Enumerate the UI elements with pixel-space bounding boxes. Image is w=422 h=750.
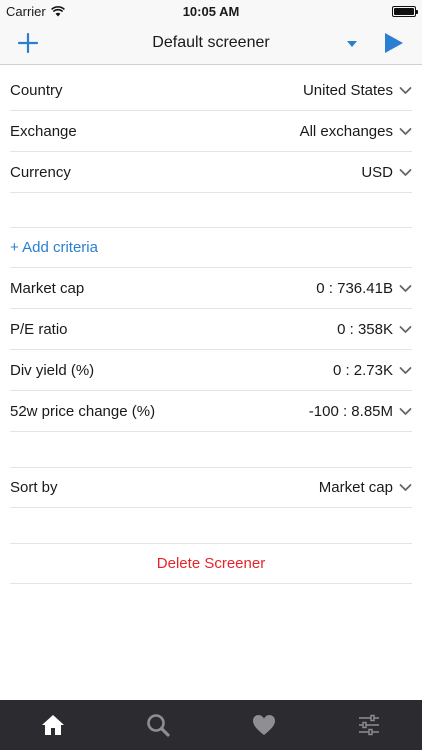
criteria-row-market-cap[interactable]: Market cap 0 : 736.41B <box>10 268 412 309</box>
caret-down-icon[interactable] <box>344 36 360 52</box>
chevron-down-icon <box>399 366 412 374</box>
heart-icon <box>252 715 275 735</box>
criteria-row-div-yield[interactable]: Div yield (%) 0 : 2.73K <box>10 350 412 391</box>
country-value: United States <box>302 81 393 99</box>
criteria-label: 52w price change (%) <box>10 402 156 420</box>
chevron-down-icon <box>399 168 412 176</box>
chevron-down-icon <box>399 325 412 333</box>
criteria-label: P/E ratio <box>10 320 68 338</box>
search-icon <box>147 714 170 737</box>
exchange-label: Exchange <box>10 122 77 140</box>
status-time: 10:05 AM <box>182 4 240 19</box>
tab-search[interactable] <box>106 700 212 750</box>
chevron-down-icon <box>399 284 412 292</box>
exchange-value: All exchanges <box>299 122 393 140</box>
criteria-value: 0 : 358K <box>337 320 393 338</box>
chevron-down-icon <box>399 127 412 135</box>
play-icon[interactable] <box>380 30 406 56</box>
country-label: Country <box>10 81 63 99</box>
criteria-label: Market cap <box>10 279 85 297</box>
currency-value: USD <box>361 163 393 181</box>
criteria-row-pe-ratio[interactable]: P/E ratio 0 : 358K <box>10 309 412 350</box>
battery-icon <box>392 6 418 17</box>
country-row[interactable]: Country United States <box>10 70 412 111</box>
status-bar: Carrier 10:05 AM <box>0 0 422 22</box>
tab-home[interactable] <box>0 700 106 750</box>
tab-favorites[interactable] <box>211 700 317 750</box>
exchange-row[interactable]: Exchange All exchanges <box>10 111 412 152</box>
home-icon <box>41 715 64 735</box>
tab-bar <box>0 700 422 750</box>
criteria-row-52w-change[interactable]: 52w price change (%) -100 : 8.85M <box>10 391 412 432</box>
delete-screener-button[interactable]: Delete Screener <box>10 543 412 584</box>
criteria-label: Div yield (%) <box>10 361 95 379</box>
criteria-value: -100 : 8.85M <box>308 402 393 420</box>
currency-row[interactable]: Currency USD <box>10 152 412 193</box>
chevron-down-icon <box>399 407 412 415</box>
chevron-down-icon <box>399 483 412 491</box>
battery-level <box>394 8 414 15</box>
criteria-value: 0 : 736.41B <box>316 279 393 297</box>
criteria-value: 0 : 2.73K <box>332 361 393 379</box>
sort-by-label: Sort by <box>10 478 58 496</box>
tab-settings[interactable] <box>317 700 422 750</box>
sliders-icon <box>359 714 380 736</box>
chevron-down-icon <box>399 86 412 94</box>
sort-by-row[interactable]: Sort by Market cap <box>10 467 412 508</box>
currency-label: Currency <box>10 163 71 181</box>
nav-bar: Default screener <box>0 22 422 65</box>
sort-by-value: Market cap <box>318 478 393 496</box>
add-criteria-button[interactable]: + Add criteria <box>10 227 412 268</box>
